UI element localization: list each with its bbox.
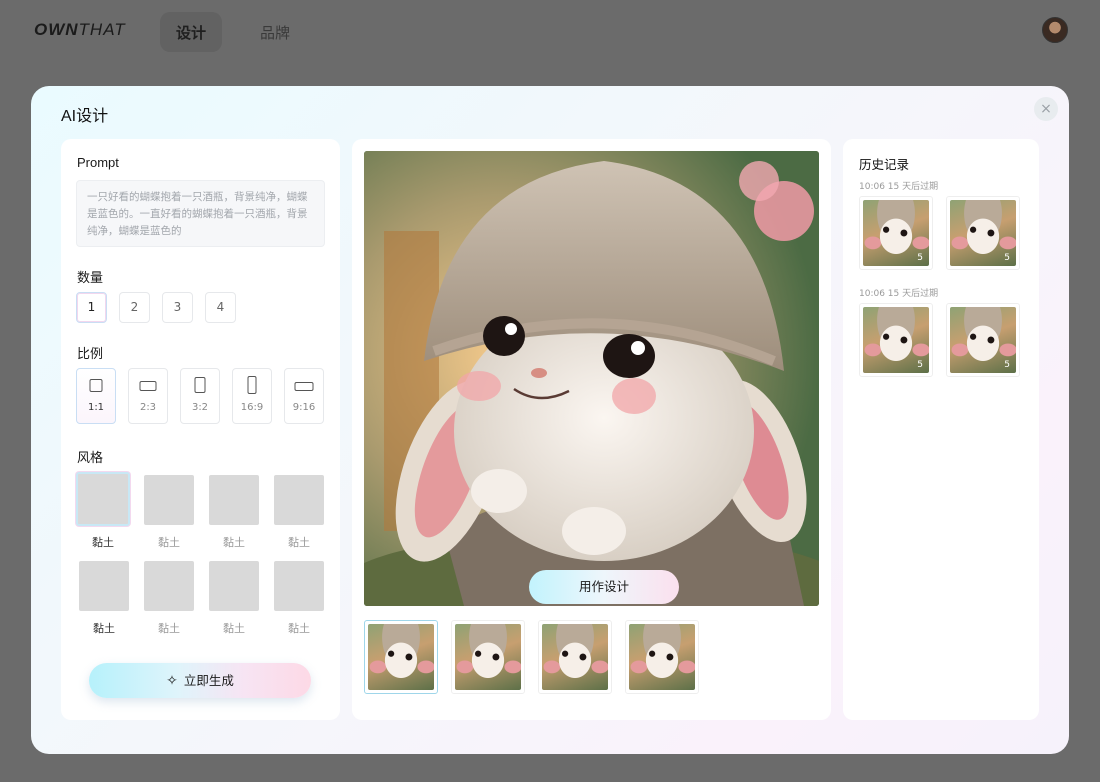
style-option[interactable]: 黏土 — [142, 560, 196, 636]
count-option-1[interactable]: 1 — [76, 292, 107, 323]
ratio-label: 比例 — [77, 346, 104, 361]
style-thumbnail — [208, 474, 260, 526]
bunny-illustration — [364, 151, 819, 606]
style-option[interactable]: 黏土 — [142, 474, 196, 550]
ratio-option-9-16[interactable]: 9:16 — [284, 368, 324, 424]
close-icon[interactable]: × — [1034, 97, 1058, 121]
ratio-text: 16:9 — [240, 402, 264, 413]
style-thumbnail — [143, 474, 195, 526]
style-text: 黏土 — [93, 622, 115, 635]
style-option[interactable]: 黏土 — [272, 560, 326, 636]
history-group-meta: 10:06 15 天后过期 — [859, 289, 939, 299]
ratio-text: 2:3 — [139, 402, 157, 413]
style-thumbnail — [78, 560, 130, 612]
ratio-text: 9:16 — [292, 402, 316, 413]
avatar[interactable] — [1042, 17, 1068, 43]
style-thumbnail — [273, 474, 325, 526]
count-option-2[interactable]: 2 — [119, 292, 150, 323]
generated-image: 用作设计 — [364, 151, 819, 606]
ratio-options: 1:1 2:3 3:2 16:9 9:16 — [76, 368, 324, 424]
ratio-text: 1:1 — [87, 402, 105, 413]
thumbnail-image: 5 — [950, 200, 1016, 266]
thumbnail-image: 5 — [863, 200, 929, 266]
ratio-option-1-1[interactable]: 1:1 — [76, 368, 116, 424]
style-text: 黏土 — [158, 536, 180, 549]
history-thumbnail[interactable]: 5 — [859, 303, 933, 377]
style-text: 黏土 — [223, 622, 245, 635]
count-label: 数量 — [77, 270, 104, 285]
prompt-input[interactable]: 一只好看的蝴蝶抱着一只酒瓶，背景纯净，蝴蝶是蓝色的。一直好看的蝴蝶抱着一只酒瓶，… — [76, 180, 325, 247]
nav-item-brand[interactable]: 品牌 — [260, 22, 290, 43]
style-thumbnail — [76, 472, 130, 526]
style-thumbnail — [208, 560, 260, 612]
style-option[interactable]: 黏土 — [77, 560, 131, 636]
style-thumbnail — [143, 560, 195, 612]
result-thumbnail[interactable] — [451, 620, 525, 694]
history-group-meta: 10:06 15 天后过期 — [859, 182, 939, 192]
count-options: 1 2 3 4 — [76, 292, 236, 323]
count-option-3[interactable]: 3 — [162, 292, 193, 323]
style-option[interactable]: 黏土 — [272, 474, 326, 550]
ratio-option-3-2[interactable]: 3:2 — [180, 368, 220, 424]
thumbnail-image: 5 — [863, 307, 929, 373]
prompt-label: Prompt — [77, 155, 119, 170]
style-text: 黏土 — [288, 536, 310, 549]
nav-item-design[interactable]: 设计 — [176, 22, 206, 43]
history-title: 历史记录 — [859, 158, 910, 172]
history-panel: 历史记录 10:06 15 天后过期 5 5 10:06 15 天后过期 5 5 — [843, 139, 1039, 720]
style-text: 黏土 — [158, 622, 180, 635]
ratio-option-16-9[interactable]: 16:9 — [232, 368, 272, 424]
ai-design-modal: AI设计 × Prompt 一只好看的蝴蝶抱着一只酒瓶，背景纯净，蝴蝶是蓝色的。… — [31, 86, 1069, 754]
result-thumbnail[interactable] — [364, 620, 438, 694]
ratio-wide-icon — [294, 382, 314, 391]
image-count: 5 — [917, 253, 923, 263]
history-thumbnail[interactable]: 5 — [946, 303, 1020, 377]
style-option[interactable]: 黏土 — [207, 560, 261, 636]
ratio-portrait-icon — [194, 377, 206, 393]
logo[interactable]: OWNTHAT — [34, 20, 126, 40]
thumbnail-image — [542, 624, 608, 690]
result-thumbnail[interactable] — [538, 620, 612, 694]
use-as-design-button[interactable]: 用作设计 — [529, 570, 679, 604]
generate-button[interactable]: ✧ 立即生成 — [89, 663, 311, 698]
ratio-tall-icon — [247, 376, 257, 394]
top-nav: OWNTHAT 设计 品牌 — [0, 0, 1100, 62]
preview-panel: 用作设计 — [352, 139, 831, 720]
image-count: 5 — [917, 360, 923, 370]
thumbnail-image — [368, 624, 434, 690]
thumbnail-image — [629, 624, 695, 690]
image-count: 5 — [1004, 360, 1010, 370]
ratio-square-icon — [89, 379, 103, 392]
ratio-text: 3:2 — [191, 402, 209, 413]
result-thumbnail[interactable] — [625, 620, 699, 694]
modal-title: AI设计 — [61, 108, 109, 125]
style-text: 黏土 — [92, 536, 114, 549]
settings-panel: Prompt 一只好看的蝴蝶抱着一只酒瓶，背景纯净，蝴蝶是蓝色的。一直好看的蝴蝶… — [61, 139, 340, 720]
image-count: 5 — [1004, 253, 1010, 263]
result-thumbnails — [364, 620, 699, 694]
style-text: 黏土 — [288, 622, 310, 635]
style-text: 黏土 — [223, 536, 245, 549]
ratio-landscape-icon — [139, 381, 157, 391]
generate-label: 立即生成 — [183, 673, 234, 688]
ratio-option-2-3[interactable]: 2:3 — [128, 368, 168, 424]
style-option[interactable]: 黏土 — [76, 472, 130, 550]
style-thumbnail — [273, 560, 325, 612]
count-option-4[interactable]: 4 — [205, 292, 236, 323]
history-thumbnail[interactable]: 5 — [946, 196, 1020, 270]
style-option[interactable]: 黏土 — [207, 474, 261, 550]
thumbnail-image — [455, 624, 521, 690]
style-label: 风格 — [77, 450, 104, 465]
sparkle-icon: ✧ — [166, 673, 178, 689]
history-thumbnail[interactable]: 5 — [859, 196, 933, 270]
thumbnail-image: 5 — [950, 307, 1016, 373]
